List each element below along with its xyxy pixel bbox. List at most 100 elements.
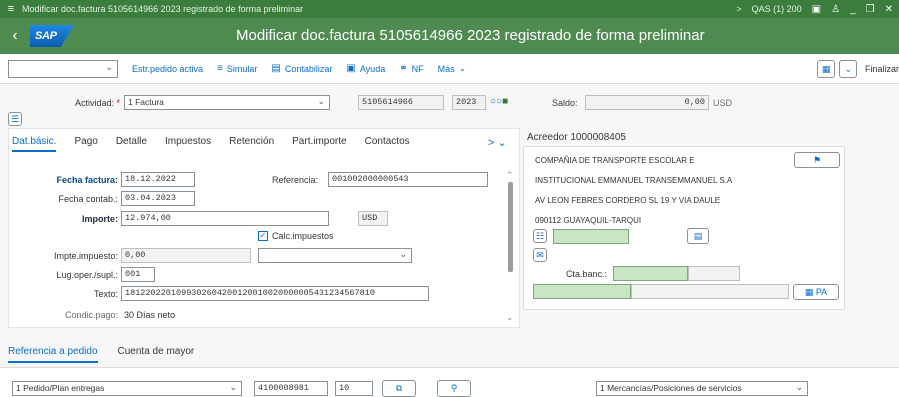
importe-field[interactable]: 12.974,00 [121,211,329,226]
posicion-field[interactable]: 10 [335,381,373,396]
actividad-select[interactable]: 1 Factura ⌄ [124,95,330,110]
layout-icon: ▦ [821,63,831,74]
notification-icon[interactable]: ♙ [831,4,840,15]
estr-pedido-button[interactable]: Estr.pedido activa [132,64,203,74]
lug-oper-label: Lug.oper./supl.: [56,270,118,280]
moneda-field: USD [358,211,388,226]
cta-banc-field[interactable] [613,266,688,281]
tab-cuenta-mayor[interactable]: Cuenta de mayor [118,346,195,363]
texto-label: Texto: [93,289,118,299]
email-button[interactable]: ✉ [533,248,547,262]
mercancias-select[interactable]: 1 Mercancías/Posiciones de servicios ⌄ [596,381,808,396]
simulate-icon: ≡ [217,63,223,74]
saldo-label: Saldo: [552,98,578,108]
tab-datbasic[interactable]: Dat.básic. [12,136,57,152]
layout-button[interactable]: ▦ [816,60,836,78]
acreedor-extra-field [631,284,789,299]
expand-header-button[interactable]: ☰ [8,112,22,126]
minimize-icon[interactable]: _ [850,4,856,15]
tab-contactos[interactable]: Contactos [365,136,410,152]
open-icon: ⧉ [395,383,403,393]
nf-icon: ⚭ [399,63,408,74]
shell-bar: ‹ SAP Modificar doc.factura 5105614966 2… [0,18,899,54]
finalizar-button[interactable]: Finalizar [865,64,899,74]
tab-pago[interactable]: Pago [74,136,97,152]
menu-icon[interactable]: ≡ [0,3,22,15]
chevron-down-icon: ⌄ [844,63,852,74]
condic-pago-value: 30 Días neto [124,310,176,320]
list-icon: ☰ [10,113,20,124]
post-icon: ▤ [271,63,281,74]
tab-detalle[interactable]: Detalle [116,136,147,152]
toolbar-select[interactable]: ⌄ [8,59,118,78]
calc-impuestos-label: Calc.impuestos [272,231,334,241]
fecha-factura-label: Fecha factura: [56,175,118,185]
tab-retencion[interactable]: Retención [229,136,274,152]
nf-button[interactable]: ⚭ NF [399,63,423,74]
vendor-icon: ⚑ [812,154,822,165]
tabs-overflow-button[interactable]: > ⌄ [488,136,507,149]
window-title: Modificar doc.factura 5105614966 2023 re… [22,4,304,14]
acreedor-line4: 090112 GUAYAQUIL-TARQUI [535,216,642,225]
tab-partimporte[interactable]: Part.importe [292,136,346,152]
acreedor-line1: COMPAÑIA DE TRANSPORTE ESCOLAR E [535,156,695,165]
chevron-down-icon: ⌄ [795,382,803,392]
calc-impuestos-checkbox[interactable]: ✓ [258,231,268,241]
impte-impuesto-label: Impte.impuesto: [53,251,118,261]
impte-impuesto-field: 0,00 [121,248,251,263]
chevron-down-icon: ⌄ [458,63,467,73]
fecha-contab-label: Fecha contab.: [58,194,118,204]
saldo-currency: USD [713,98,733,108]
pa-button[interactable]: ▦ PA [793,284,839,300]
open-order-button[interactable]: ⧉ [382,380,416,397]
actividad-label: Actividad: * [74,98,120,108]
scroll-down-icon[interactable]: ⌄ [506,312,514,323]
layout-dropdown-button[interactable]: ⌄ [839,60,857,78]
search-order-button[interactable]: ⚲ [437,380,471,397]
chevron-right-icon[interactable]: > [736,4,741,14]
mas-menu[interactable]: Más ⌄ [438,63,467,74]
restore-icon[interactable]: ❐ [866,4,875,15]
pedido-field[interactable]: 4100008981 [254,381,328,396]
simular-button[interactable]: ≡ Simular [217,63,257,74]
acreedor-title: Acreedor 1000008405 [527,132,626,143]
condic-pago-label: Condic.pago: [64,310,118,320]
scroll-up-icon[interactable]: ⌃ [506,170,514,181]
referencia-label: Referencia: [272,175,319,185]
help-icon: ▣ [346,63,356,74]
fecha-contab-field[interactable]: 03.04.2023 [121,191,195,206]
acreedor-green-field-1[interactable] [553,229,629,244]
search-icon: ⚲ [450,383,458,393]
ayuda-button[interactable]: ▣ Ayuda [346,63,385,74]
doc-year-field: 2023 [452,95,486,110]
saldo-field: 0,00 [585,95,709,110]
texto-field[interactable]: 1812202201099302604200120010020000005431… [121,286,429,301]
contabilizar-button[interactable]: ▤ Contabilizar [271,63,332,74]
tipo-pedido-select[interactable]: 1 Pedido/Plan entregas ⌄ [12,381,242,396]
acreedor-green-field-2[interactable] [533,284,631,299]
fecha-factura-field[interactable]: 18.12.2022 [121,172,195,187]
scrollbar[interactable] [508,182,513,272]
referencia-field[interactable]: 001002000000543 [328,172,488,187]
cta-banc-extra-field [688,266,740,281]
tab-impuestos[interactable]: Impuestos [165,136,211,152]
invoice-tabs: Dat.básic. Pago Detalle Impuestos Retenc… [12,136,428,152]
chevron-down-icon: ⌄ [229,382,237,392]
pa-icon: ▦ [804,286,814,297]
titlebar-controls: > QAS (1) 200 ▣ ♙ _ ❐ ✕ [736,4,899,15]
bank-info-button[interactable]: ▤ [687,228,709,244]
details-button[interactable]: ☷ [533,229,547,243]
acreedor-line3: AV LEON FEBRES CORDERO SL 19 Y VIA DAULE [535,196,721,205]
screen-icon[interactable]: ▣ [812,4,821,15]
tax-code-select[interactable]: ⌄ [258,248,412,263]
vendor-button[interactable]: ⚑ [794,152,840,168]
chevron-down-icon: ⌄ [105,61,113,72]
toolbar-right: ▦ ⌄ Finalizar [816,60,899,78]
main-content: Actividad: * 1 Factura ⌄ 5105614966 2023… [0,84,899,397]
tab-referencia-pedido[interactable]: Referencia a pedido [8,346,98,363]
acreedor-line2: INSTITUCIONAL EMMANUEL TRANSEMMANUEL S.A [535,176,733,185]
back-button[interactable]: ‹ [0,27,30,45]
window-titlebar: ≡ Modificar doc.factura 5105614966 2023 … [0,0,899,18]
close-icon[interactable]: ✕ [885,4,893,15]
lug-oper-field[interactable]: 001 [121,267,155,282]
